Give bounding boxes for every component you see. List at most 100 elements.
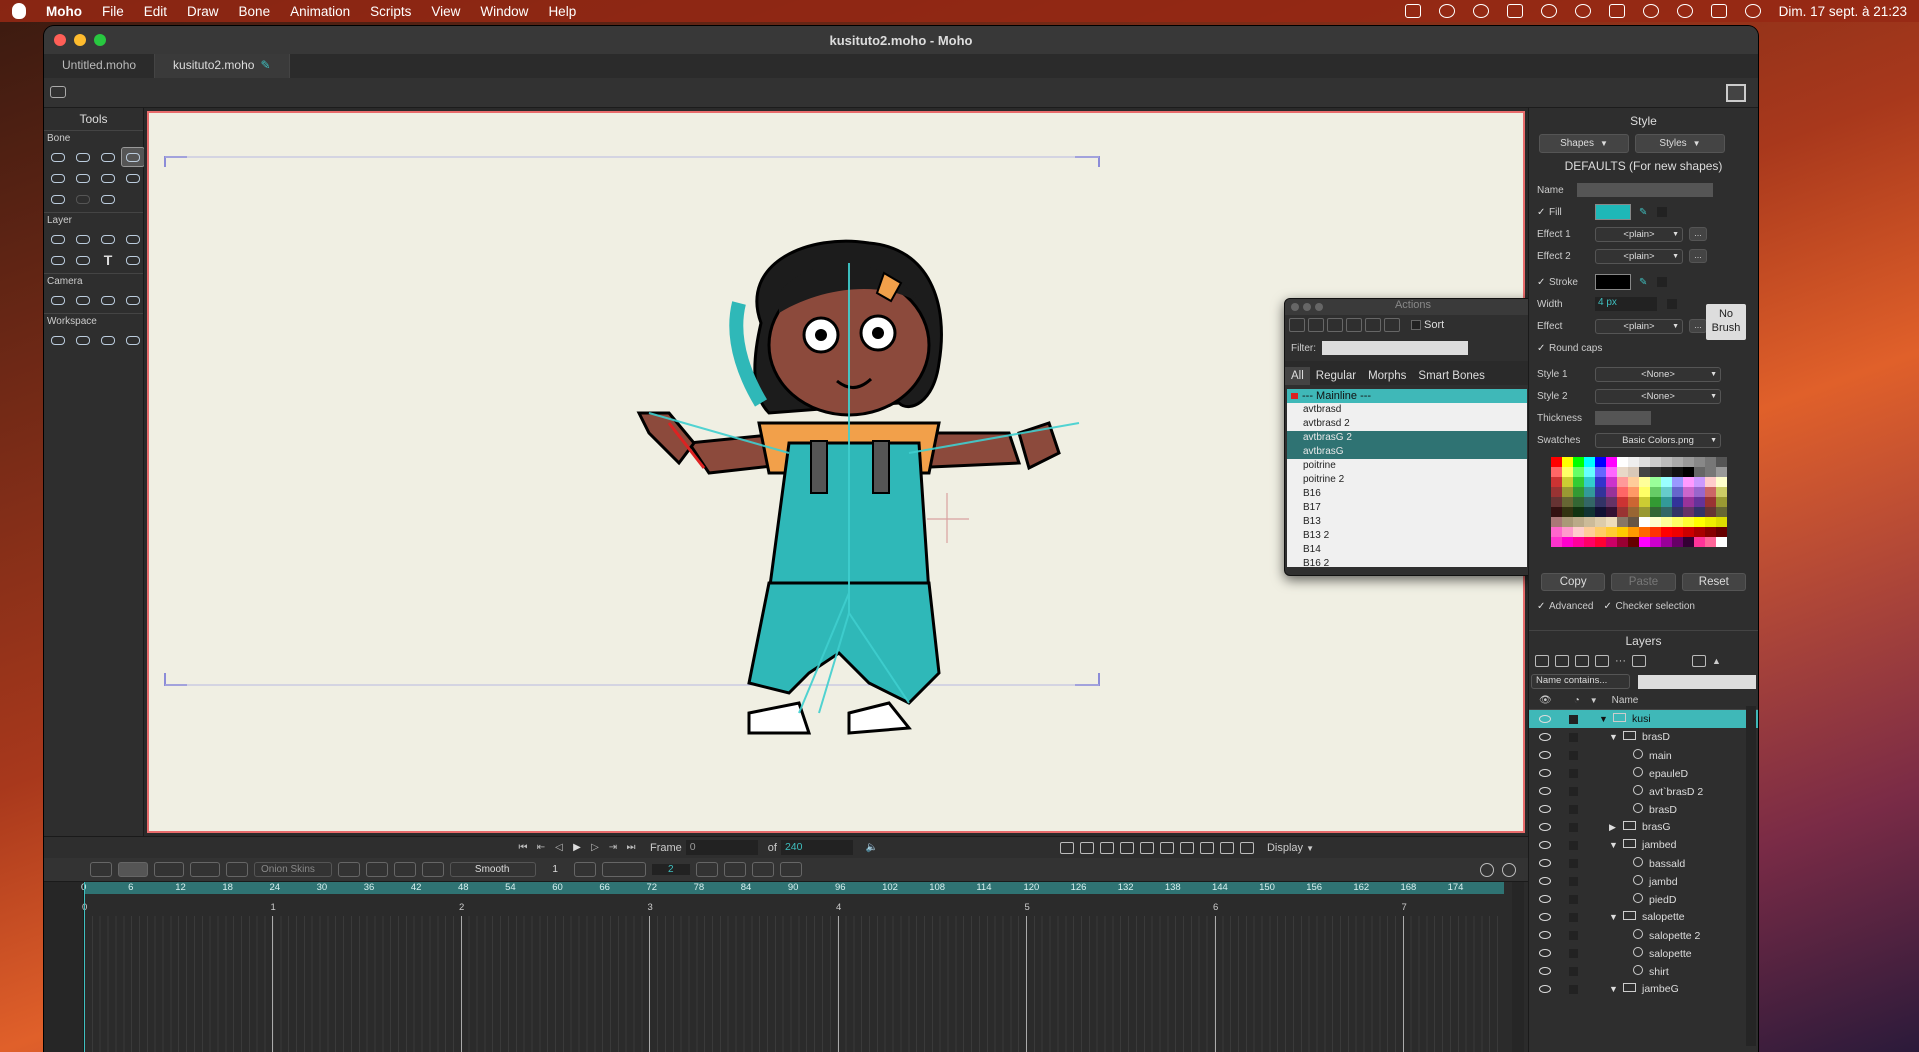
duplicate-layer-icon[interactable] [1555, 655, 1569, 667]
three-view-icon[interactable] [1119, 841, 1134, 854]
menu-app[interactable]: Moho [46, 4, 82, 19]
insert-action-icon[interactable] [1327, 318, 1343, 332]
color-swatch[interactable] [1595, 517, 1606, 527]
tab-untitled[interactable]: Untitled.moho [44, 54, 156, 78]
set-origin-tool[interactable] [47, 230, 69, 248]
visibility-eye-icon[interactable] [1539, 733, 1551, 741]
tab-smart-bones[interactable]: Smart Bones [1412, 367, 1490, 385]
rotate-bone-tool[interactable] [121, 147, 145, 167]
color-swatch[interactable] [1650, 537, 1661, 547]
color-swatch[interactable] [1606, 467, 1617, 477]
color-swatch[interactable] [1661, 457, 1672, 467]
copy-layer-icon[interactable] [1575, 655, 1589, 667]
color-swatch[interactable] [1573, 497, 1584, 507]
effect1-select[interactable]: <plain> [1595, 226, 1683, 242]
zoom-dot-icon[interactable] [1315, 303, 1323, 311]
color-swatch[interactable] [1672, 497, 1683, 507]
action-item[interactable]: B13 [1287, 515, 1527, 529]
color-swatch[interactable] [1650, 457, 1661, 467]
color-swatch[interactable] [1716, 497, 1727, 507]
stroke-extra-checkbox[interactable] [1657, 277, 1668, 287]
follow-path-tool[interactable] [97, 230, 119, 248]
advanced-checkbox[interactable]: ✓ [1537, 601, 1545, 612]
color-swatch[interactable] [1595, 537, 1606, 547]
timeline-grid[interactable] [84, 916, 1504, 1052]
width-extra-checkbox[interactable] [1667, 299, 1677, 309]
stroke-color-swatch[interactable] [1595, 274, 1631, 290]
close-window-button[interactable] [54, 34, 66, 46]
color-swatch[interactable] [1628, 497, 1639, 507]
color-swatch[interactable] [1694, 517, 1705, 527]
visibility-eye-icon[interactable] [1539, 823, 1551, 831]
color-swatch[interactable] [1672, 527, 1683, 537]
timeline-scrollbar[interactable] [1512, 882, 1524, 1052]
layer-row[interactable]: shirt [1529, 962, 1758, 980]
swatches-select[interactable]: Basic Colors.png [1595, 432, 1721, 448]
layer-filter-input[interactable] [1637, 674, 1756, 689]
action-item[interactable]: poitrine 2 [1287, 473, 1527, 487]
lock-checkbox[interactable] [1569, 912, 1578, 922]
color-swatch[interactable] [1584, 527, 1595, 537]
manipulate-bones-tool[interactable] [122, 169, 144, 187]
zoom-out-icon[interactable] [1480, 862, 1494, 877]
color-swatch[interactable] [1617, 467, 1628, 477]
onion-skin-icon[interactable] [226, 862, 248, 877]
action-item[interactable]: B13 2 [1287, 529, 1527, 543]
color-swatch[interactable] [1628, 457, 1639, 467]
color-swatch[interactable] [1639, 537, 1650, 547]
pan-workspace-tool[interactable] [47, 331, 69, 349]
color-swatch[interactable] [1628, 477, 1639, 487]
color-swatch[interactable] [1584, 467, 1595, 477]
color-swatch[interactable] [1683, 467, 1694, 477]
pan-tilt-camera-tool[interactable] [122, 291, 144, 309]
layers-scrollbar[interactable] [1746, 706, 1756, 1046]
color-swatch[interactable] [1606, 527, 1617, 537]
color-swatch[interactable] [1705, 507, 1716, 517]
color-swatch[interactable] [1650, 507, 1661, 517]
actions-titlebar[interactable]: Actions [1285, 299, 1541, 315]
color-swatch[interactable] [1683, 517, 1694, 527]
color-swatch[interactable] [1705, 467, 1716, 477]
minimize-window-button[interactable] [74, 34, 86, 46]
add-bone-tool[interactable] [47, 169, 69, 187]
menu-view[interactable]: View [431, 4, 460, 19]
zoom-window-button[interactable] [94, 34, 106, 46]
color-swatch[interactable] [1661, 517, 1672, 527]
eyedropper-icon[interactable]: ✎ [1639, 207, 1647, 218]
xp-pen-icon[interactable] [1404, 4, 1421, 18]
color-swatch[interactable] [1573, 527, 1584, 537]
color-swatch[interactable] [1606, 537, 1617, 547]
action-item[interactable]: B14 [1287, 543, 1527, 557]
color-swatch[interactable] [1694, 537, 1705, 547]
color-swatch[interactable] [1639, 517, 1650, 527]
effect2-more-button[interactable]: ... [1689, 249, 1707, 263]
color-swatch[interactable] [1562, 497, 1573, 507]
color-swatch[interactable] [1639, 467, 1650, 477]
color-swatch[interactable] [1661, 527, 1672, 537]
color-swatch[interactable] [1650, 527, 1661, 537]
color-swatch[interactable] [1606, 517, 1617, 527]
rotate-layer-xy-tool[interactable] [122, 230, 144, 248]
chevron-down-icon[interactable]: ▼ [1599, 714, 1609, 724]
color-swatch[interactable] [1562, 527, 1573, 537]
grid-icon[interactable] [1199, 841, 1214, 854]
color-swatch[interactable] [1562, 477, 1573, 487]
color-swatch[interactable] [1562, 457, 1573, 467]
action-item[interactable]: B16 [1287, 487, 1527, 501]
color-swatch[interactable] [1661, 477, 1672, 487]
menu-scripts[interactable]: Scripts [370, 4, 411, 19]
color-swatch[interactable] [1716, 537, 1727, 547]
help-book-icon[interactable] [1726, 84, 1746, 102]
layer-settings-icon[interactable] [1632, 655, 1646, 667]
frame-ruler[interactable]: 0612182430364248546066727884909610210811… [81, 882, 1504, 894]
curves-icon[interactable] [1159, 841, 1174, 854]
menubar-clock[interactable]: Dim. 17 sept. à 21:23 [1779, 4, 1907, 19]
layer-row[interactable]: ▼ jambeG [1529, 980, 1758, 998]
color-swatch[interactable] [1628, 507, 1639, 517]
color-swatch[interactable] [1694, 477, 1705, 487]
color-swatch[interactable] [1606, 507, 1617, 517]
color-swatch[interactable] [1639, 527, 1650, 537]
menu-bone[interactable]: Bone [239, 4, 271, 19]
color-swatch[interactable] [1628, 487, 1639, 497]
tab-all[interactable]: All [1285, 367, 1310, 385]
